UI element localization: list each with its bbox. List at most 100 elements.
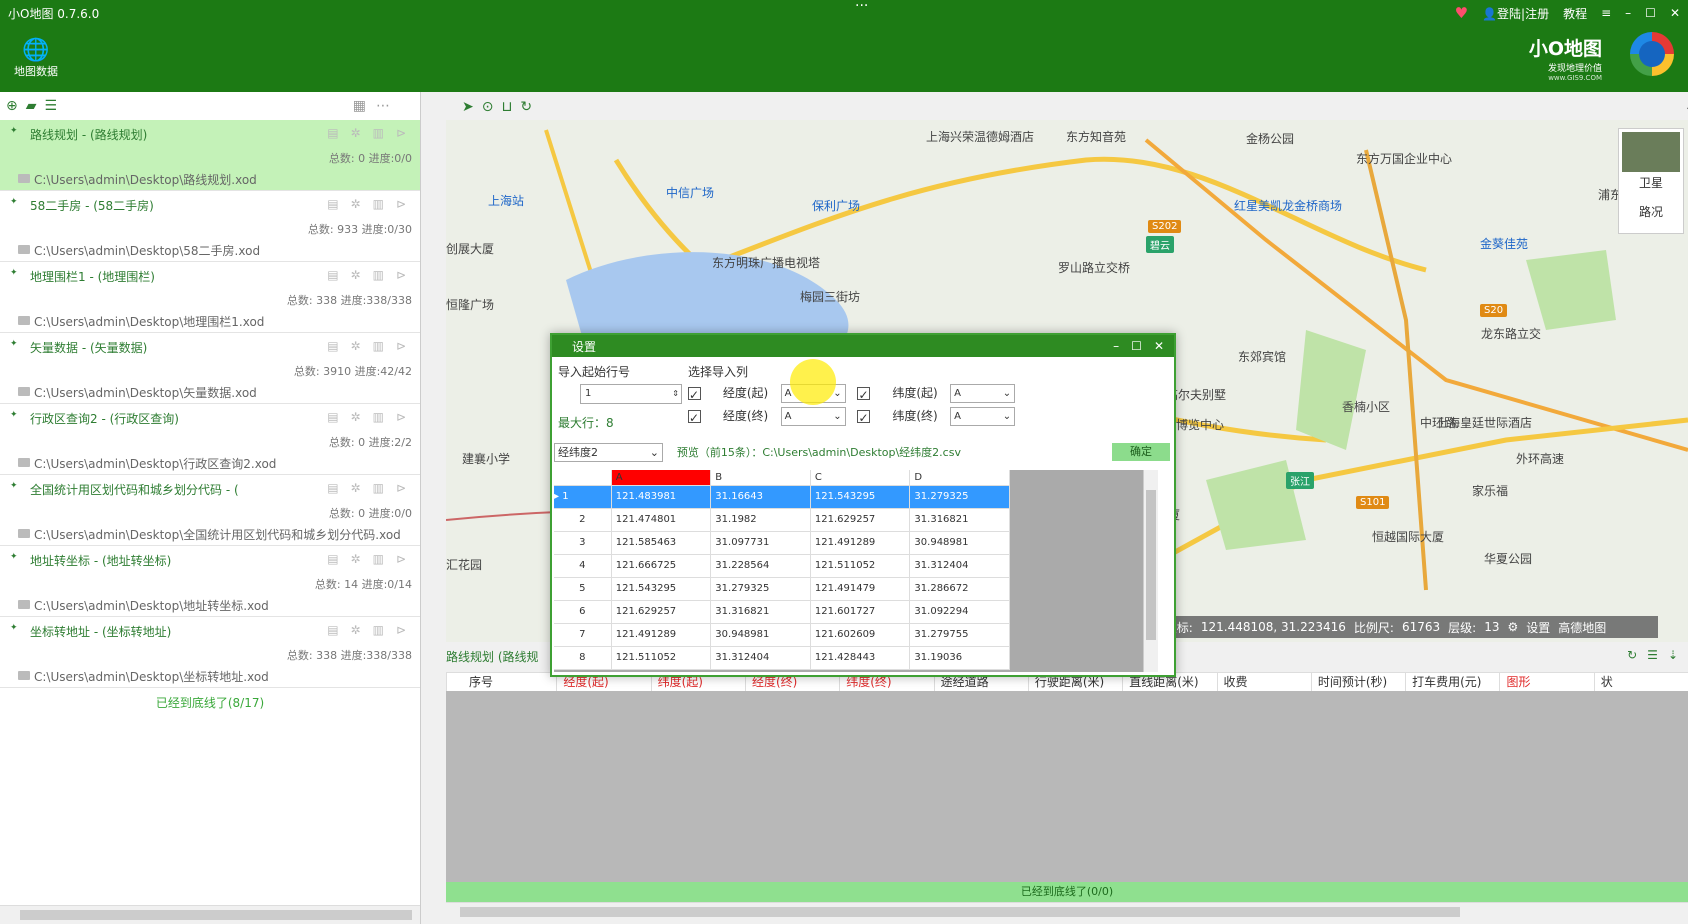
drag-handle-icon[interactable]: ··· [855, 0, 868, 14]
result-column-header[interactable]: 图形 [1500, 673, 1595, 691]
settings-icon[interactable]: ⚙ [1507, 620, 1518, 634]
lng-start-checkbox[interactable]: ✓ [688, 387, 701, 402]
grid-header-cell[interactable]: A [611, 470, 712, 486]
pin-icon[interactable]: ✦ [10, 623, 18, 633]
sheet-select[interactable]: 经纬度2 ⌄ [554, 443, 663, 462]
layer-item[interactable]: ✦ 坐标转地址 - (坐标转地址) ▤ ✲ ▥ ⊳ 总数: 338 进度:338/338 C:… [0, 617, 420, 688]
chart-icon[interactable]: ▥ [373, 197, 384, 211]
result-column-header[interactable]: 状 [1595, 673, 1688, 691]
doc-icon[interactable]: ▤ [327, 268, 338, 282]
gear-icon[interactable]: ✲ [351, 339, 361, 353]
tutorial-button[interactable]: 教程 [1563, 5, 1587, 22]
traffic-button[interactable]: 路况 [1619, 203, 1683, 220]
heart-icon[interactable]: ♥ [1455, 4, 1468, 22]
settings-link[interactable]: 设置 [1526, 619, 1550, 636]
pin-icon[interactable]: ✦ [10, 552, 18, 562]
grid-scrollbar[interactable] [1143, 470, 1158, 672]
collapse-icon[interactable]: ⌄ [1684, 99, 1688, 115]
confirm-button[interactable]: 确定 [1112, 443, 1170, 461]
refresh-icon[interactable]: ↻ [520, 99, 532, 115]
pin-icon[interactable]: ✦ [10, 268, 18, 278]
menu-icon[interactable]: ≡ [1601, 6, 1611, 20]
grid-row[interactable]: 2 121.474801 31.1982 121.629257 31.316821 [554, 509, 1010, 532]
layer-item[interactable]: ✦ 地理围栏1 - (地理围栏) ▤ ✲ ▥ ⊳ 总数: 338 进度:338/338 C:\… [0, 262, 420, 333]
layer-item[interactable]: ✦ 路线规划 - (路线规划) ▤ ✲ ▥ ⊳ 总数: 0 进度:0/0 C:\Users\a… [0, 120, 420, 191]
location-icon[interactable]: ⊙ [482, 99, 494, 115]
list-icon[interactable]: ☰ [1647, 648, 1658, 662]
lng-end-select[interactable]: A ⌄ [780, 407, 846, 426]
doc-icon[interactable]: ▤ [327, 552, 338, 566]
doc-icon[interactable]: ▤ [327, 410, 338, 424]
arrow-icon[interactable]: ⊳ [396, 268, 406, 282]
grid-header-cell[interactable]: C [810, 470, 911, 486]
scroll-thumb[interactable] [20, 910, 412, 920]
gear-icon[interactable]: ✲ [351, 197, 361, 211]
maximize-button[interactable]: ☐ [1645, 6, 1656, 20]
refresh-icon[interactable]: ↻ [1627, 648, 1637, 662]
more-icon[interactable]: ⋯ [376, 98, 390, 114]
basket-icon[interactable]: ⊔ [501, 99, 512, 115]
chart-icon[interactable]: ▥ [373, 552, 384, 566]
layer-item[interactable]: ✦ 矢量数据 - (矢量数据) ▤ ✲ ▥ ⊳ 总数: 3910 进度:42/42 C:\Us… [0, 333, 420, 404]
list-icon[interactable]: ☰ [45, 98, 58, 114]
arrow-icon[interactable]: ⊳ [396, 623, 406, 637]
grid-row[interactable]: ▸ 1 121.483981 31.16643 121.543295 31.279325 [554, 486, 1010, 509]
dialog-close-button[interactable]: ✕ [1154, 339, 1164, 353]
result-scrollbar[interactable] [446, 902, 1688, 921]
result-column-header[interactable]: 收费 [1218, 673, 1312, 691]
doc-icon[interactable]: ▤ [327, 481, 338, 495]
spinner-arrows-icon[interactable]: ⇕ [672, 385, 679, 403]
grid-row[interactable]: 5 121.543295 31.279325 121.491479 31.286672 [554, 578, 1010, 601]
result-column-header[interactable]: 时间预计(秒) [1312, 673, 1407, 691]
arrow-icon[interactable]: ⊳ [396, 552, 406, 566]
grid-row[interactable]: 3 121.585463 31.097731 121.491289 30.948981 [554, 532, 1010, 555]
grid-header-cell[interactable]: B [711, 470, 811, 486]
chart-icon[interactable]: ▥ [373, 481, 384, 495]
lat-start-checkbox[interactable]: ✓ [857, 387, 871, 402]
route-tab[interactable]: 路线规划 (路线规 [446, 648, 539, 665]
scroll-thumb[interactable] [1146, 490, 1156, 640]
layer-item[interactable]: ✦ 全国统计用区划代码和城乡划分代码 - (▤ ✲ ▥ ⊳ 总数: 0 进度:0/0 C:\… [0, 475, 420, 546]
arrow-icon[interactable]: ⊳ [396, 410, 406, 424]
close-button[interactable]: ✕ [1670, 6, 1680, 20]
layer-item[interactable]: ✦ 行政区查询2 - (行政区查询) ▤ ✲ ▥ ⊳ 总数: 0 进度:2/2 C:\User… [0, 404, 420, 475]
pin-icon[interactable]: ✦ [10, 481, 18, 491]
satellite-thumb[interactable] [1622, 132, 1680, 172]
grid-row[interactable]: 4 121.666725 31.228564 121.511052 31.312404 [554, 555, 1010, 578]
chart-icon[interactable]: ▥ [373, 339, 384, 353]
arrow-icon[interactable]: ⊳ [396, 339, 406, 353]
gear-icon[interactable]: ✲ [351, 481, 361, 495]
pin-icon[interactable]: ✦ [10, 339, 18, 349]
table-icon[interactable]: ▦ [353, 98, 366, 114]
layer-panel-scrollbar[interactable] [0, 905, 420, 924]
doc-icon[interactable]: ▤ [327, 126, 338, 140]
lat-start-select[interactable]: A ⌄ [950, 384, 1016, 403]
chart-icon[interactable]: ▥ [373, 268, 384, 282]
gear-icon[interactable]: ✲ [351, 410, 361, 424]
minimize-button[interactable]: – [1625, 6, 1631, 20]
start-row-spinner[interactable]: 1 ⇕ [580, 384, 682, 404]
provider-select[interactable]: 高德地图 [1558, 619, 1606, 636]
chart-icon[interactable]: ▥ [373, 623, 384, 637]
grid-header-cell[interactable]: D [910, 470, 1010, 486]
result-column-header[interactable]: 序号 [447, 673, 558, 691]
grid-row[interactable]: 7 121.491289 30.948981 121.602609 31.279755 [554, 624, 1010, 647]
gear-icon[interactable]: ✲ [351, 268, 361, 282]
doc-icon[interactable]: ▤ [327, 197, 338, 211]
login-button[interactable]: 👤登陆|注册 [1482, 5, 1549, 22]
pin-icon[interactable]: ✦ [10, 410, 18, 420]
arrow-icon[interactable]: ⊳ [396, 197, 406, 211]
chart-icon[interactable]: ▥ [373, 410, 384, 424]
pin-icon[interactable]: ✦ [10, 126, 18, 136]
pin-icon[interactable]: ✦ [10, 197, 18, 207]
lat-end-select[interactable]: A ⌄ [950, 407, 1016, 426]
chart-icon[interactable]: ▥ [373, 126, 384, 140]
scroll-thumb[interactable] [460, 907, 1460, 917]
pointer-icon[interactable]: ➤ [462, 99, 474, 115]
map-data-button[interactable]: 🌐 地图数据 [10, 38, 62, 79]
arrow-icon[interactable]: ⊳ [396, 126, 406, 140]
grid-row[interactable]: 6 121.629257 31.316821 121.601727 31.092294 [554, 601, 1010, 624]
layer-item[interactable]: ✦ 地址转坐标 - (地址转坐标) ▤ ✲ ▥ ⊳ 总数: 14 进度:0/14 C:\Use… [0, 546, 420, 617]
gear-icon[interactable]: ✲ [351, 552, 361, 566]
gear-icon[interactable]: ✲ [351, 623, 361, 637]
